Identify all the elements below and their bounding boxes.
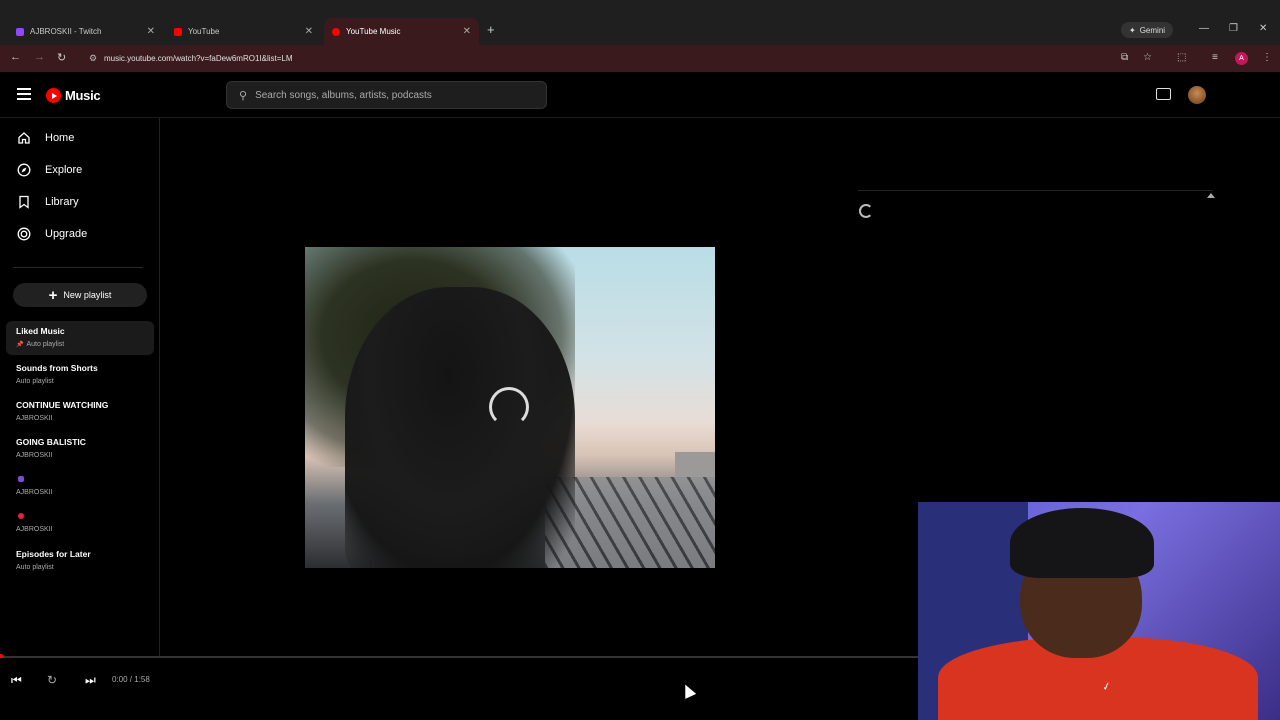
- play-logo-icon: [46, 88, 61, 103]
- youtube-music-logo[interactable]: Music: [46, 88, 101, 103]
- plus-icon: +: [48, 286, 58, 304]
- sidebar-item-label: Home: [45, 132, 75, 144]
- tab-title: AJBROSKII - Twitch: [30, 27, 102, 36]
- playlist-going-balistic[interactable]: GOING BALISTIC AJBROSKII: [6, 432, 154, 466]
- bookmark-star-icon[interactable]: ☆: [1143, 52, 1152, 63]
- sidebar-item-upgrade[interactable]: Upgrade: [0, 219, 160, 249]
- home-icon: [17, 131, 31, 145]
- extensions-icon[interactable]: ⬚: [1177, 52, 1186, 63]
- playlist-sounds-from-shorts[interactable]: Sounds from Shorts Auto playlist: [6, 358, 154, 392]
- webcam-overlay: ✓: [918, 502, 1280, 720]
- install-app-icon[interactable]: ⧉: [1121, 52, 1128, 63]
- tab-youtube[interactable]: YouTube ✕: [166, 18, 321, 45]
- collapse-up-icon[interactable]: [1207, 193, 1215, 198]
- playlist-emoji-purple[interactable]: AJBROSKII: [6, 469, 154, 503]
- loading-spinner-icon: [859, 204, 873, 218]
- playlist-continue-watching[interactable]: CONTINUE WATCHING AJBROSKII: [6, 395, 154, 429]
- playlist-title: CONTINUE WATCHING: [16, 400, 109, 410]
- url-field[interactable]: ⚙ music.youtube.com/watch?v=faDew6mRO1I&…: [82, 49, 1112, 68]
- logo-text: Music: [65, 88, 101, 103]
- bookmark-icon: [17, 195, 31, 209]
- browser-tab-bar: AJBROSKII - Twitch ✕ YouTube ✕ YouTube M…: [0, 0, 1280, 45]
- site-info-icon[interactable]: ⚙: [89, 53, 97, 64]
- cast-icon[interactable]: [1156, 88, 1171, 100]
- profile-initial: A: [1239, 55, 1244, 62]
- search-box[interactable]: ⚲: [226, 81, 547, 109]
- url-text: music.youtube.com/watch?v=faDew6mRO1I&li…: [104, 54, 293, 63]
- youtube-favicon-icon: [174, 27, 182, 36]
- new-playlist-button[interactable]: + New playlist: [13, 283, 147, 307]
- tab-title: YouTube: [188, 27, 220, 36]
- playlist-subtitle: AJBROSKII: [16, 415, 53, 422]
- app-header: [0, 72, 1280, 118]
- minimize-icon[interactable]: —: [1199, 23, 1209, 34]
- back-icon[interactable]: ←: [10, 51, 21, 63]
- sidebar-item-home[interactable]: Home: [0, 123, 160, 153]
- sidebar-item-library[interactable]: Library: [0, 187, 160, 217]
- next-track-icon[interactable]: ⏭: [85, 673, 96, 688]
- playlist-title: Sounds from Shorts: [16, 363, 98, 373]
- player-bar: [0, 658, 918, 720]
- playlist-subtitle-text: Auto playlist: [26, 341, 65, 348]
- tab-twitch[interactable]: AJBROSKII - Twitch ✕: [8, 18, 163, 45]
- tab-title: YouTube Music: [346, 27, 401, 36]
- pin-icon: 📌: [16, 342, 24, 348]
- sidebar-item-label: Explore: [45, 164, 83, 176]
- reload-icon[interactable]: ↻: [57, 51, 66, 64]
- playlist-liked-music[interactable]: Liked Music 📌 Auto playlist: [6, 321, 154, 355]
- purple-emoji-icon: [18, 476, 24, 482]
- account-avatar[interactable]: [1188, 86, 1206, 104]
- close-tab-icon[interactable]: ✕: [305, 26, 313, 37]
- hamburger-menu-icon[interactable]: [17, 88, 31, 100]
- playlist-subtitle: AJBROSKII: [16, 452, 53, 459]
- playlist-subtitle: AJBROSKII: [16, 489, 53, 496]
- compass-icon: [17, 163, 31, 177]
- twitch-favicon-icon: [16, 27, 24, 36]
- playlist-subtitle: Auto playlist: [16, 564, 54, 571]
- playlist-emoji-red[interactable]: AJBROSKII: [6, 506, 154, 540]
- sidebar-divider: [13, 267, 143, 268]
- search-input[interactable]: [255, 89, 526, 101]
- side-panel-divider: [858, 190, 1213, 191]
- playlist-title: GOING BALISTIC: [16, 437, 86, 447]
- video-person: [345, 287, 575, 568]
- forward-icon[interactable]: →: [34, 51, 45, 63]
- webcam-beanie: [1010, 508, 1154, 578]
- sidebar-item-label: Library: [45, 196, 79, 208]
- sidebar-item-explore[interactable]: Explore: [0, 155, 160, 185]
- playlist-subtitle: Auto playlist: [16, 378, 54, 385]
- red-emoji-icon: [18, 513, 24, 519]
- video-loading-spinner-icon: [489, 387, 529, 427]
- playlist-subtitle: AJBROSKII: [16, 526, 53, 533]
- playback-time: 0:00 / 1:58: [112, 675, 150, 684]
- media-controls-icon[interactable]: ≡: [1212, 52, 1218, 63]
- playlist-title: Episodes for Later: [16, 549, 91, 559]
- restore-icon[interactable]: ❐: [1229, 23, 1238, 34]
- youtube-music-favicon-icon: [332, 27, 340, 36]
- new-tab-icon[interactable]: +: [487, 22, 495, 37]
- gemini-button[interactable]: ✦ Gemini: [1121, 22, 1174, 38]
- new-playlist-label: New playlist: [63, 290, 112, 300]
- previous-track-icon[interactable]: ⏮: [11, 673, 22, 688]
- playlist-episodes-for-later[interactable]: Episodes for Later Auto playlist: [6, 544, 154, 578]
- playlist-subtitle: 📌 Auto playlist: [16, 341, 64, 348]
- tab-youtube-music[interactable]: YouTube Music ✕: [324, 18, 479, 45]
- gemini-label: Gemini: [1139, 25, 1166, 35]
- search-icon: ⚲: [239, 89, 248, 102]
- sparkle-icon: ✦: [1129, 25, 1136, 35]
- close-tab-icon[interactable]: ✕: [463, 26, 471, 37]
- more-menu-icon[interactable]: ⋮: [1262, 52, 1272, 63]
- sidebar-item-label: Upgrade: [45, 228, 88, 240]
- browser-profile-avatar[interactable]: A: [1235, 52, 1248, 65]
- playlist-title: Liked Music: [16, 326, 65, 336]
- upgrade-icon: [17, 227, 31, 241]
- loading-play-icon[interactable]: ↻: [47, 673, 57, 687]
- close-tab-icon[interactable]: ✕: [147, 26, 155, 37]
- close-window-icon[interactable]: ✕: [1259, 23, 1267, 34]
